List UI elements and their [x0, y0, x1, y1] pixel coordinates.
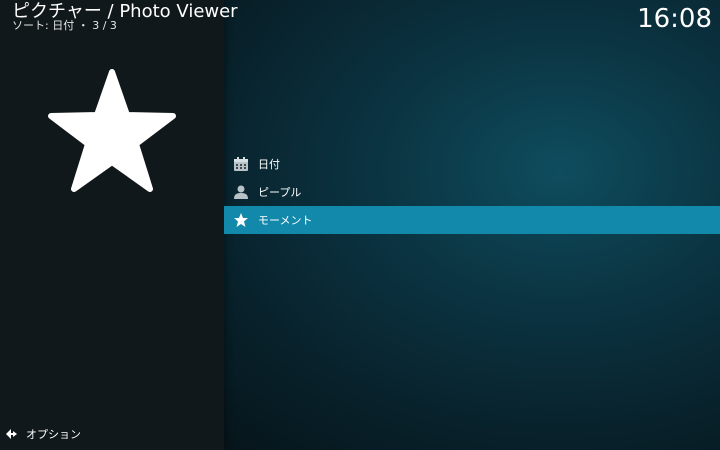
clock: 16:08: [637, 4, 712, 34]
person-icon: [224, 178, 258, 206]
options-label: オプション: [26, 428, 81, 441]
star-icon: [48, 69, 176, 192]
calendar-icon: [224, 150, 258, 178]
options-arrows-icon: [4, 426, 20, 442]
sort-info: ソート: 日付 ・ 3 / 3: [12, 19, 117, 32]
menu-item-label: モーメント: [258, 214, 313, 227]
menu-item-people[interactable]: ピープル: [224, 178, 720, 206]
menu-item-date[interactable]: 日付: [224, 150, 720, 178]
menu-item-label: 日付: [258, 158, 280, 171]
star-icon: [224, 206, 258, 234]
left-panel: オプション: [0, 0, 224, 450]
menu-item-label: ピープル: [258, 186, 302, 199]
options-button[interactable]: オプション: [4, 426, 81, 442]
menu-item-moments[interactable]: モーメント: [224, 206, 720, 234]
category-menu: 日付 ピープル モーメント: [224, 150, 720, 234]
photo-viewer-screen: オプション ピクチャー / Photo Viewer ソート: 日付 ・ 3 /…: [0, 0, 720, 450]
